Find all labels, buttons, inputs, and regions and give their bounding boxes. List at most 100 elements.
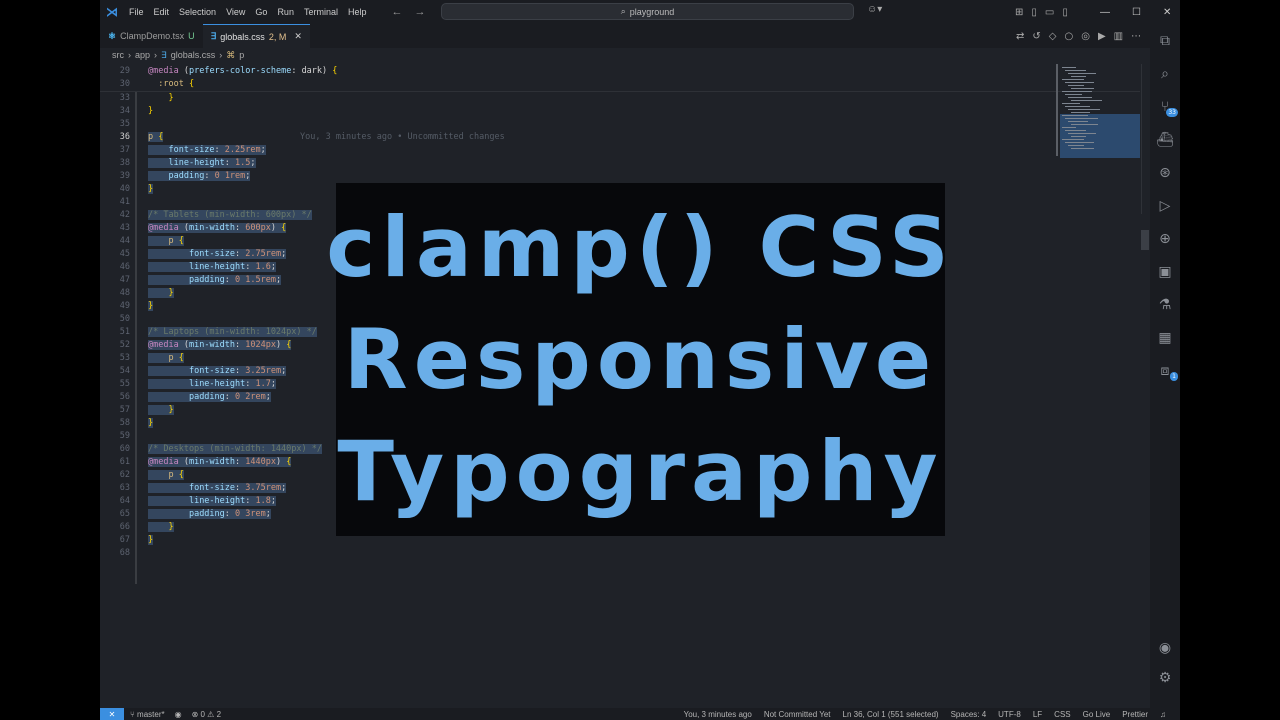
source-control-icon[interactable]: ⑂ 33 <box>1150 90 1180 123</box>
split-editor-icon[interactable]: ▥ <box>1114 31 1123 42</box>
menu-item[interactable]: Terminal <box>299 0 343 24</box>
copilot-icon[interactable]: ☺▾ <box>867 4 882 15</box>
toggle-panel-icon[interactable]: ▭ <box>1045 7 1054 18</box>
minimap-row <box>1068 85 1084 86</box>
commit-status[interactable]: Not Committed Yet <box>764 710 831 719</box>
search-icon[interactable]: ⌕ <box>1150 57 1180 90</box>
timeline-icon[interactable]: ↺ <box>1032 31 1040 42</box>
code-text: } <box>148 535 154 545</box>
minimap[interactable] <box>1056 64 1142 160</box>
extensions-grid-icon[interactable]: ▦ <box>1150 321 1180 354</box>
breadcrumb-item[interactable]: globals.css <box>171 50 216 61</box>
overlay-line: clamp() CSS <box>326 198 955 296</box>
indentation[interactable]: Spaces: 4 <box>951 710 987 719</box>
line-number: 51 <box>119 327 130 337</box>
git-blame-status[interactable]: You, 3 minutes ago <box>684 710 752 719</box>
menu-item[interactable]: Help <box>343 0 372 24</box>
line-number: 37 <box>119 145 130 155</box>
menu-item[interactable]: File <box>124 0 149 24</box>
prettier-status[interactable]: Prettier <box>1122 710 1148 719</box>
react-file-icon: ⚛ <box>108 30 117 41</box>
close-window-icon[interactable]: ✕ <box>1163 7 1171 18</box>
more-actions-icon[interactable]: ⋯ <box>1131 31 1141 42</box>
menu-item[interactable]: Edit <box>149 0 175 24</box>
code-text: @media (min-width: 1024px) { <box>148 340 292 350</box>
remote-indicator-icon[interactable]: ✕ <box>100 708 124 720</box>
run-icon[interactable]: ▶ <box>1098 31 1106 42</box>
branch-label: master* <box>137 709 165 719</box>
forward-arrow-icon[interactable]: → <box>414 6 425 18</box>
minimap-row <box>1062 139 1084 140</box>
compare-icon[interactable]: ⇄ <box>1016 31 1024 42</box>
breadcrumb-item[interactable]: p <box>239 50 244 61</box>
minimap-row <box>1065 118 1098 119</box>
menu-item[interactable]: Go <box>250 0 272 24</box>
branch-indicator[interactable]: ⑂ master* <box>130 710 165 719</box>
tab-clampdemo[interactable]: ⚛ ClampDemo.tsx U <box>100 24 203 48</box>
toggle-secondary-sidebar-icon[interactable]: ▯ <box>1062 7 1068 18</box>
problems-indicator[interactable]: ⊗ 0 ⚠ 2 <box>192 710 221 719</box>
close-tab-icon[interactable]: ✕ <box>294 31 302 42</box>
code-text: } <box>148 184 154 194</box>
settings-gear-icon[interactable]: ⚙ <box>1159 670 1172 686</box>
line-number: 66 <box>119 522 130 532</box>
eye-icon[interactable]: ◉ <box>175 710 182 719</box>
minimap-row <box>1065 106 1090 107</box>
git-graph-icon[interactable]: ⊛ <box>1150 156 1180 189</box>
vertical-scrollbar[interactable] <box>1141 64 1149 214</box>
line-number: 55 <box>119 379 130 389</box>
docker-icon[interactable]: ⛴ <box>1150 123 1180 156</box>
git-blame-hint: You, 3 minutes ago • Uncommitted changes <box>300 132 505 142</box>
sticky-line[interactable]: 29 @media (prefers-color-scheme: dark) { <box>100 65 1140 78</box>
explorer-icon[interactable]: ⧉ <box>1150 24 1180 57</box>
back-arrow-icon[interactable]: ← <box>391 6 402 18</box>
line-number: 50 <box>119 314 130 324</box>
preview-icon[interactable]: ▣ <box>1150 255 1180 288</box>
vscode-window: ⋊ File Edit Selection View Go Run Terminal Help… <box>100 0 1180 720</box>
command-center-search[interactable]: ⌕ playground <box>441 3 854 20</box>
extensions-icon[interactable]: ⧈ 1 <box>1150 354 1180 387</box>
cursor-position[interactable]: Ln 36, Col 1 (551 selected) <box>843 710 939 719</box>
code-line: 37 font-size: 2.25rem; <box>100 144 1140 157</box>
menu-item[interactable]: Selection <box>174 0 221 24</box>
line-number: 60 <box>119 444 130 454</box>
editor-actions: ⇄ ↺ ◇ ○ ◎ ▶ ▥ ⋯ <box>1016 24 1141 48</box>
line-ending[interactable]: LF <box>1033 710 1042 719</box>
menu-item[interactable]: Run <box>272 0 299 24</box>
tab-status: 2, M <box>268 31 287 42</box>
remote-explorer-icon[interactable]: ⊕ <box>1150 222 1180 255</box>
encoding[interactable]: UTF-8 <box>998 710 1021 719</box>
line-number: 34 <box>119 106 130 116</box>
run-debug-icon[interactable]: ▷ <box>1150 189 1180 222</box>
line-number: 65 <box>119 509 130 519</box>
minimap-row <box>1062 67 1076 68</box>
minimap-row <box>1071 100 1102 101</box>
line-number: 42 <box>119 210 130 220</box>
toggle-sidebar-icon[interactable]: ▯ <box>1031 7 1037 18</box>
line-number: 47 <box>119 275 130 285</box>
sticky-line[interactable]: 30 :root { <box>100 78 1140 91</box>
customize-layout-icon[interactable]: ⊞ <box>1015 7 1023 18</box>
line-number: 61 <box>119 457 130 467</box>
maximize-icon[interactable]: ☐ <box>1132 7 1141 18</box>
code-text: } <box>148 106 154 116</box>
scrollbar-thumb[interactable] <box>1141 230 1149 250</box>
go-live-button[interactable]: Go Live <box>1083 710 1111 719</box>
next-change-icon[interactable]: ○ <box>1064 31 1073 42</box>
testing-icon[interactable]: ⚗ <box>1150 288 1180 321</box>
menu-item[interactable]: View <box>221 0 250 24</box>
line-number: 58 <box>119 418 130 428</box>
preview-icon[interactable]: ◎ <box>1081 31 1090 42</box>
account-icon[interactable]: ◉ <box>1159 640 1171 656</box>
line-number: 33 <box>119 93 130 103</box>
minimize-icon[interactable]: — <box>1100 7 1110 18</box>
breadcrumb-item[interactable]: app <box>135 50 150 61</box>
minimap-row <box>1068 145 1084 146</box>
code-text: /* Desktops (min-width: 1440px) */ <box>148 444 322 454</box>
notifications-bell-icon[interactable]: ♫ <box>1160 710 1166 719</box>
breadcrumb-item[interactable]: src <box>112 50 124 61</box>
tab-globals-css[interactable]: ∃ globals.css 2, M ✕ <box>202 24 310 48</box>
language-mode[interactable]: CSS <box>1054 710 1070 719</box>
prev-change-icon[interactable]: ◇ <box>1049 31 1057 42</box>
minimap-row <box>1065 142 1094 143</box>
